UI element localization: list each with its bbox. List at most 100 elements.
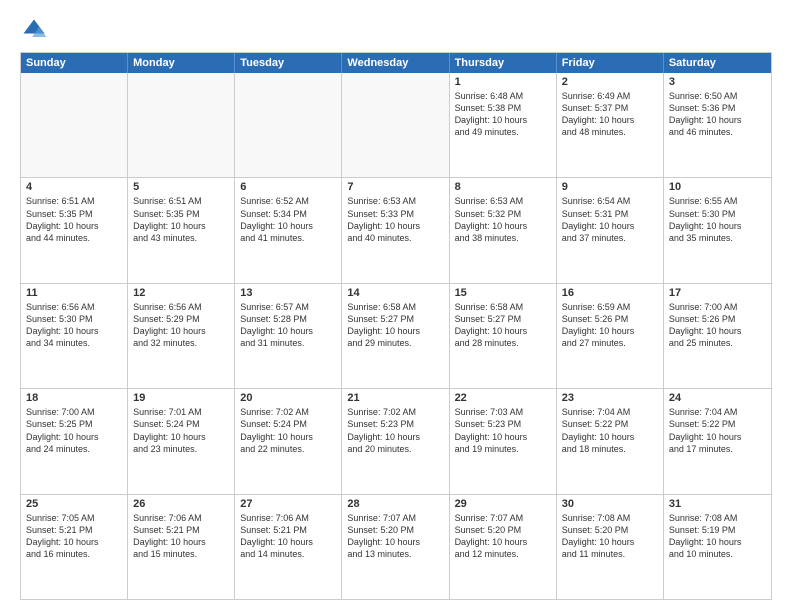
cal-cell: 3 Sunrise: 6:50 AM Sunset: 5:36 PM Daylig… bbox=[664, 73, 771, 177]
day-number: 8 bbox=[455, 181, 551, 193]
cal-cell: 12 Sunrise: 6:56 AM Sunset: 5:29 PM Dayli… bbox=[128, 284, 235, 388]
cal-cell: 1 Sunrise: 6:48 AM Sunset: 5:38 PM Daylig… bbox=[450, 73, 557, 177]
day-info: Sunrise: 6:54 AM Sunset: 5:31 PM Dayligh… bbox=[562, 195, 658, 244]
day-info: Sunrise: 6:58 AM Sunset: 5:27 PM Dayligh… bbox=[347, 301, 443, 350]
cal-cell-empty bbox=[235, 73, 342, 177]
calendar-week: 1 Sunrise: 6:48 AM Sunset: 5:38 PM Daylig… bbox=[21, 73, 771, 178]
cal-cell: 15 Sunrise: 6:58 AM Sunset: 5:27 PM Dayli… bbox=[450, 284, 557, 388]
day-info: Sunrise: 7:02 AM Sunset: 5:24 PM Dayligh… bbox=[240, 406, 336, 455]
day-number: 19 bbox=[133, 392, 229, 404]
calendar: SundayMondayTuesdayWednesdayThursdayFrid… bbox=[20, 52, 772, 600]
calendar-week: 4 Sunrise: 6:51 AM Sunset: 5:35 PM Daylig… bbox=[21, 178, 771, 283]
day-number: 5 bbox=[133, 181, 229, 193]
cal-cell: 25Sunrise: 7:05 AM Sunset: 5:21 PM Dayli… bbox=[21, 495, 128, 599]
cal-cell: 28Sunrise: 7:07 AM Sunset: 5:20 PM Dayli… bbox=[342, 495, 449, 599]
cal-cell: 19 Sunrise: 7:01 AM Sunset: 5:24 PM Dayli… bbox=[128, 389, 235, 493]
day-info: Sunrise: 6:51 AM Sunset: 5:35 PM Dayligh… bbox=[26, 195, 122, 244]
day-number: 31 bbox=[669, 498, 766, 510]
cal-cell: 22 Sunrise: 7:03 AM Sunset: 5:23 PM Dayli… bbox=[450, 389, 557, 493]
cal-header-cell: Friday bbox=[557, 53, 664, 73]
day-info: Sunrise: 7:06 AM Sunset: 5:21 PM Dayligh… bbox=[133, 512, 229, 561]
cal-cell: 14 Sunrise: 6:58 AM Sunset: 5:27 PM Dayli… bbox=[342, 284, 449, 388]
cal-header-cell: Tuesday bbox=[235, 53, 342, 73]
cal-cell: 29 Sunrise: 7:07 AM Sunset: 5:20 PM Dayli… bbox=[450, 495, 557, 599]
day-number: 15 bbox=[455, 287, 551, 299]
day-number: 21 bbox=[347, 392, 443, 404]
cal-cell: 31 Sunrise: 7:08 AM Sunset: 5:19 PM Dayli… bbox=[664, 495, 771, 599]
cal-cell: 4 Sunrise: 6:51 AM Sunset: 5:35 PM Daylig… bbox=[21, 178, 128, 282]
day-info: Sunrise: 7:08 AM Sunset: 5:20 PM Dayligh… bbox=[562, 512, 658, 561]
day-number: 10 bbox=[669, 181, 766, 193]
day-info: Sunrise: 6:48 AM Sunset: 5:38 PM Dayligh… bbox=[455, 90, 551, 139]
logo-icon bbox=[20, 16, 48, 44]
day-info: Sunrise: 7:00 AM Sunset: 5:25 PM Dayligh… bbox=[26, 406, 122, 455]
cal-header-cell: Thursday bbox=[450, 53, 557, 73]
cal-cell: 2Sunrise: 6:49 AM Sunset: 5:37 PM Daylig… bbox=[557, 73, 664, 177]
day-number: 3 bbox=[669, 76, 766, 88]
day-info: Sunrise: 7:04 AM Sunset: 5:22 PM Dayligh… bbox=[562, 406, 658, 455]
cal-cell: 5 Sunrise: 6:51 AM Sunset: 5:35 PM Daylig… bbox=[128, 178, 235, 282]
day-number: 1 bbox=[455, 76, 551, 88]
day-info: Sunrise: 7:08 AM Sunset: 5:19 PM Dayligh… bbox=[669, 512, 766, 561]
cal-cell: 20 Sunrise: 7:02 AM Sunset: 5:24 PM Dayli… bbox=[235, 389, 342, 493]
calendar-week: 18 Sunrise: 7:00 AM Sunset: 5:25 PM Dayli… bbox=[21, 389, 771, 494]
cal-cell: 6 Sunrise: 6:52 AM Sunset: 5:34 PM Daylig… bbox=[235, 178, 342, 282]
day-info: Sunrise: 6:57 AM Sunset: 5:28 PM Dayligh… bbox=[240, 301, 336, 350]
cal-cell: 13 Sunrise: 6:57 AM Sunset: 5:28 PM Dayli… bbox=[235, 284, 342, 388]
page: SundayMondayTuesdayWednesdayThursdayFrid… bbox=[0, 0, 792, 612]
cal-cell-empty bbox=[21, 73, 128, 177]
cal-header-cell: Saturday bbox=[664, 53, 771, 73]
day-info: Sunrise: 7:01 AM Sunset: 5:24 PM Dayligh… bbox=[133, 406, 229, 455]
day-info: Sunrise: 7:07 AM Sunset: 5:20 PM Dayligh… bbox=[347, 512, 443, 561]
day-info: Sunrise: 6:52 AM Sunset: 5:34 PM Dayligh… bbox=[240, 195, 336, 244]
header bbox=[20, 16, 772, 44]
cal-cell: 21 Sunrise: 7:02 AM Sunset: 5:23 PM Dayli… bbox=[342, 389, 449, 493]
cal-cell: 7Sunrise: 6:53 AM Sunset: 5:33 PM Daylig… bbox=[342, 178, 449, 282]
day-number: 11 bbox=[26, 287, 122, 299]
day-number: 12 bbox=[133, 287, 229, 299]
cal-header-cell: Monday bbox=[128, 53, 235, 73]
cal-cell: 24Sunrise: 7:04 AM Sunset: 5:22 PM Dayli… bbox=[664, 389, 771, 493]
day-number: 25 bbox=[26, 498, 122, 510]
day-number: 29 bbox=[455, 498, 551, 510]
cal-cell: 9 Sunrise: 6:54 AM Sunset: 5:31 PM Daylig… bbox=[557, 178, 664, 282]
day-number: 6 bbox=[240, 181, 336, 193]
day-info: Sunrise: 6:58 AM Sunset: 5:27 PM Dayligh… bbox=[455, 301, 551, 350]
day-number: 23 bbox=[562, 392, 658, 404]
cal-header-cell: Wednesday bbox=[342, 53, 449, 73]
cal-cell: 26 Sunrise: 7:06 AM Sunset: 5:21 PM Dayli… bbox=[128, 495, 235, 599]
cal-cell: 17 Sunrise: 7:00 AM Sunset: 5:26 PM Dayli… bbox=[664, 284, 771, 388]
day-number: 26 bbox=[133, 498, 229, 510]
day-info: Sunrise: 6:50 AM Sunset: 5:36 PM Dayligh… bbox=[669, 90, 766, 139]
cal-cell-empty bbox=[342, 73, 449, 177]
cal-cell: 8 Sunrise: 6:53 AM Sunset: 5:32 PM Daylig… bbox=[450, 178, 557, 282]
cal-cell-empty bbox=[128, 73, 235, 177]
calendar-week: 11Sunrise: 6:56 AM Sunset: 5:30 PM Dayli… bbox=[21, 284, 771, 389]
day-number: 18 bbox=[26, 392, 122, 404]
day-number: 4 bbox=[26, 181, 122, 193]
day-number: 2 bbox=[562, 76, 658, 88]
day-info: Sunrise: 7:00 AM Sunset: 5:26 PM Dayligh… bbox=[669, 301, 766, 350]
day-number: 14 bbox=[347, 287, 443, 299]
day-info: Sunrise: 7:03 AM Sunset: 5:23 PM Dayligh… bbox=[455, 406, 551, 455]
day-info: Sunrise: 7:07 AM Sunset: 5:20 PM Dayligh… bbox=[455, 512, 551, 561]
day-number: 16 bbox=[562, 287, 658, 299]
day-info: Sunrise: 6:53 AM Sunset: 5:32 PM Dayligh… bbox=[455, 195, 551, 244]
day-number: 9 bbox=[562, 181, 658, 193]
cal-cell: 30Sunrise: 7:08 AM Sunset: 5:20 PM Dayli… bbox=[557, 495, 664, 599]
day-info: Sunrise: 6:56 AM Sunset: 5:29 PM Dayligh… bbox=[133, 301, 229, 350]
day-info: Sunrise: 7:06 AM Sunset: 5:21 PM Dayligh… bbox=[240, 512, 336, 561]
day-number: 13 bbox=[240, 287, 336, 299]
day-number: 20 bbox=[240, 392, 336, 404]
day-info: Sunrise: 7:04 AM Sunset: 5:22 PM Dayligh… bbox=[669, 406, 766, 455]
day-info: Sunrise: 6:51 AM Sunset: 5:35 PM Dayligh… bbox=[133, 195, 229, 244]
day-info: Sunrise: 6:59 AM Sunset: 5:26 PM Dayligh… bbox=[562, 301, 658, 350]
day-info: Sunrise: 6:55 AM Sunset: 5:30 PM Dayligh… bbox=[669, 195, 766, 244]
day-info: Sunrise: 7:02 AM Sunset: 5:23 PM Dayligh… bbox=[347, 406, 443, 455]
day-number: 22 bbox=[455, 392, 551, 404]
day-number: 7 bbox=[347, 181, 443, 193]
day-number: 17 bbox=[669, 287, 766, 299]
cal-header-cell: Sunday bbox=[21, 53, 128, 73]
cal-cell: 23 Sunrise: 7:04 AM Sunset: 5:22 PM Dayli… bbox=[557, 389, 664, 493]
cal-cell: 11Sunrise: 6:56 AM Sunset: 5:30 PM Dayli… bbox=[21, 284, 128, 388]
